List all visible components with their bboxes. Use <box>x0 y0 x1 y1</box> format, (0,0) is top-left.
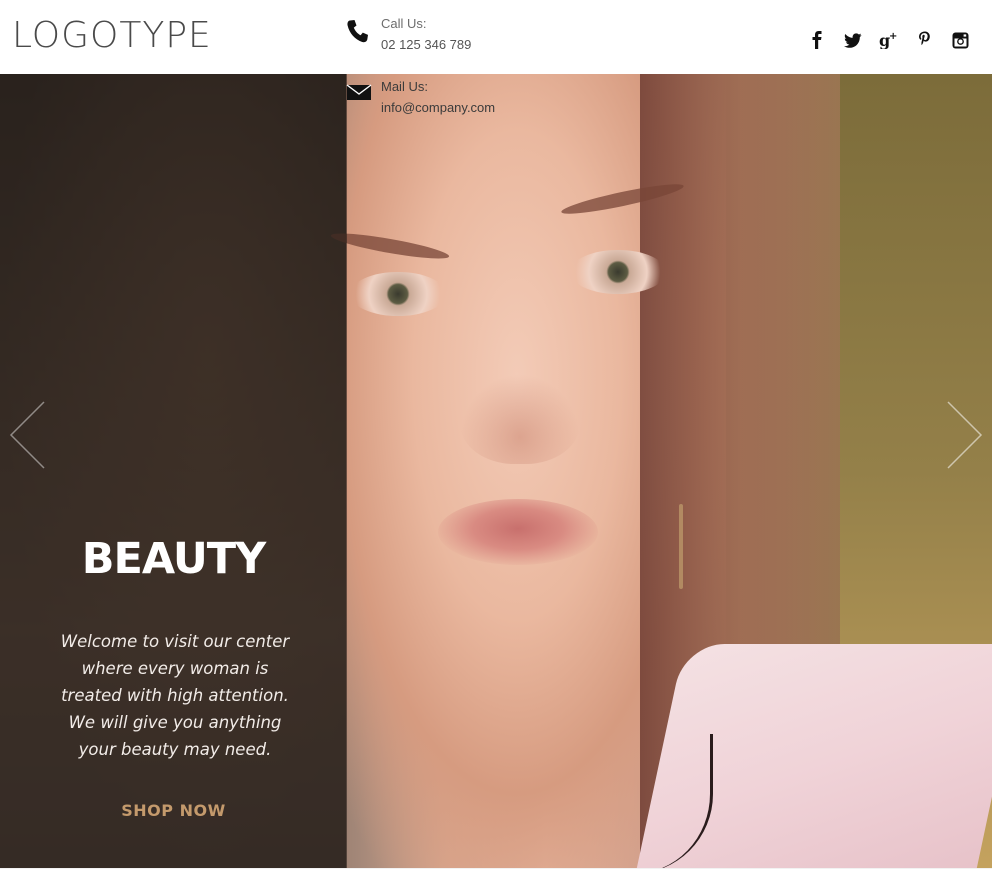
hero-title: BEAUTY <box>81 534 267 584</box>
phone-number[interactable]: 02 125 346 789 <box>381 36 471 54</box>
chevron-right-icon[interactable] <box>944 400 984 470</box>
shop-now-button[interactable]: SHOP NOW <box>0 801 347 820</box>
google-plus-icon[interactable]: g + <box>877 29 900 51</box>
envelope-icon <box>346 82 372 108</box>
chevron-left-icon[interactable] <box>8 400 48 470</box>
social-links: g + <box>805 29 972 51</box>
mail-us-label: Mail Us: <box>381 79 428 94</box>
svg-text:+: + <box>889 31 897 42</box>
instagram-icon[interactable] <box>949 29 972 51</box>
hero-slider: BEAUTY Welcome to visit our center where… <box>0 74 992 868</box>
facebook-icon[interactable] <box>805 29 828 51</box>
phone-icon <box>346 19 372 45</box>
mail-us: Mail Us: info@company.com <box>346 78 546 118</box>
pinterest-icon[interactable] <box>913 29 936 51</box>
hero-description: Welcome to visit our center where every … <box>60 632 290 759</box>
email-address[interactable]: info@company.com <box>381 99 495 117</box>
call-us: Call Us: 02 125 346 789 <box>346 15 546 55</box>
twitter-icon[interactable] <box>841 29 864 51</box>
call-us-label: Call Us: <box>381 16 427 31</box>
logo[interactable]: LOGOTYPE <box>12 16 212 56</box>
